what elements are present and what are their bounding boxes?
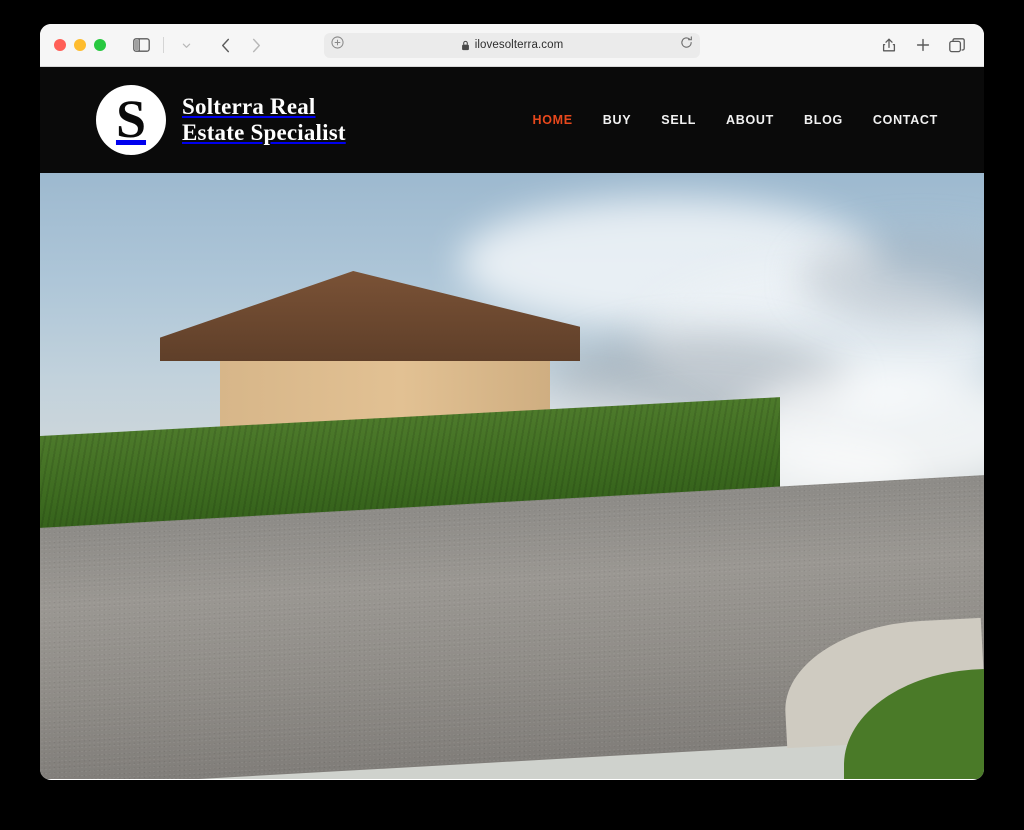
browser-window: ilovesolterra.com S Solterra Real Estate… [40, 24, 984, 780]
browser-toolbar: ilovesolterra.com [40, 24, 984, 67]
lock-icon [461, 40, 470, 51]
nav-item-about[interactable]: ABOUT [726, 113, 774, 127]
logo-monogram-circle: S [96, 85, 166, 155]
nav-item-home[interactable]: HOME [532, 113, 572, 127]
minimize-window-button[interactable] [74, 39, 86, 51]
zoom-window-button[interactable] [94, 39, 106, 51]
brand-logo[interactable]: S Solterra Real Estate Specialist [96, 85, 346, 155]
main-navigation: HOME BUY SELL ABOUT BLOG CONTACT [532, 113, 938, 127]
nav-item-blog[interactable]: BLOG [804, 113, 843, 127]
toolbar-left-group [128, 32, 269, 58]
forward-button[interactable] [243, 32, 269, 58]
chevron-down-icon[interactable] [173, 32, 199, 58]
reload-icon[interactable] [680, 36, 693, 54]
brand-name: Solterra Real Estate Specialist [182, 94, 346, 146]
nav-item-sell[interactable]: SELL [661, 113, 696, 127]
brand-name-line1: Solterra Real [182, 94, 316, 120]
page-settings-icon[interactable] [331, 36, 344, 54]
main-roof [40, 271, 340, 391]
share-icon[interactable] [876, 32, 902, 58]
hero-section: Ready to make a move in Solterra? GET YO… [40, 173, 984, 779]
url-text: ilovesolterra.com [474, 39, 564, 51]
plus-icon[interactable] [910, 32, 936, 58]
toolbar-divider [163, 37, 164, 53]
window-controls [54, 39, 106, 51]
site-header: S Solterra Real Estate Specialist HOME B… [40, 67, 984, 173]
site-viewport: S Solterra Real Estate Specialist HOME B… [40, 67, 984, 779]
address-bar[interactable]: ilovesolterra.com [324, 32, 700, 58]
hero-background-image [40, 173, 984, 779]
back-button[interactable] [213, 32, 239, 58]
nav-item-contact[interactable]: CONTACT [873, 113, 938, 127]
nav-item-buy[interactable]: BUY [603, 113, 632, 127]
brand-name-line2: Estate Specialist [182, 120, 346, 145]
toolbar-right-group [876, 32, 970, 58]
sidebar-icon[interactable] [128, 32, 154, 58]
logo-monogram-letter: S [115, 88, 147, 149]
tab-overview-icon[interactable] [944, 32, 970, 58]
close-window-button[interactable] [54, 39, 66, 51]
